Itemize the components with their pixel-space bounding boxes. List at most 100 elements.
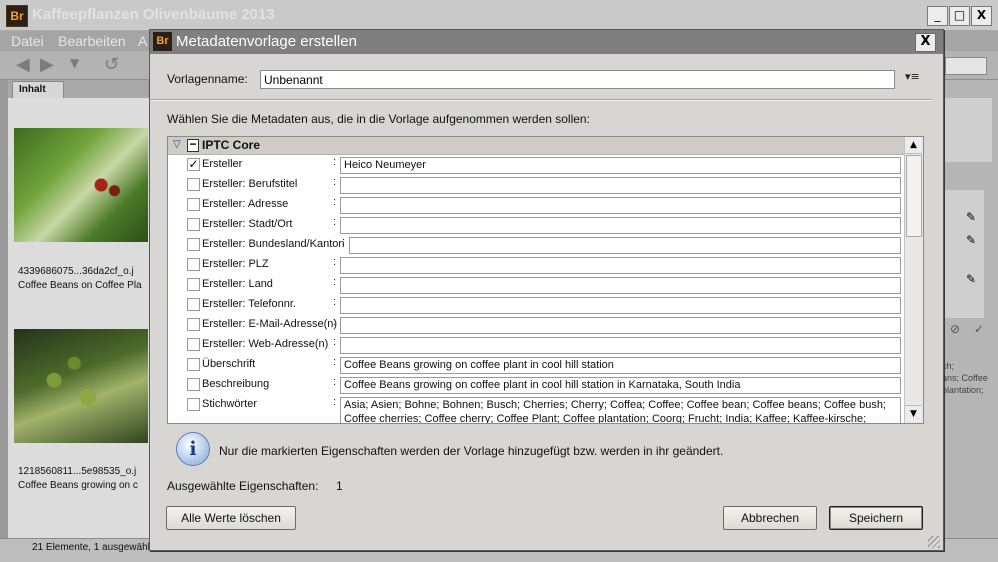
pencil-icon[interactable]: ✎ — [966, 272, 976, 286]
menu-datei[interactable]: Datei — [11, 33, 44, 49]
forward-arrow-icon[interactable]: ▶ — [40, 54, 54, 75]
row-checkbox[interactable] — [187, 318, 200, 331]
keywords-line: Asia; Asien; Bohne; Bohnen; Busch; Cherr… — [344, 399, 886, 411]
row-checkbox[interactable]: ✓ — [187, 158, 200, 171]
bridge-logo-icon: Br — [153, 32, 172, 51]
keyword-snippet: ch; — [942, 361, 955, 371]
maximize-button[interactable]: □ — [949, 6, 970, 26]
row-checkbox[interactable] — [187, 278, 200, 291]
row-label: Ersteller: PLZ — [202, 258, 269, 270]
keyword-snippet: plantation; — [942, 385, 984, 395]
rotate-icon[interactable]: ↺ — [104, 54, 119, 75]
row-value-field[interactable] — [349, 237, 901, 254]
row-checkbox[interactable] — [187, 358, 200, 371]
clear-all-values-button[interactable]: Alle Werte löschen — [166, 506, 296, 530]
row-colon: : — [333, 196, 337, 208]
metadata-row-land: Ersteller: Land : — [168, 275, 904, 295]
template-name-input[interactable] — [260, 70, 895, 89]
row-value-field[interactable]: Coffee Beans growing on coffee plant in … — [340, 357, 901, 374]
row-colon: : — [333, 336, 337, 348]
group-title: IPTC Core — [202, 138, 261, 152]
row-checkbox[interactable] — [187, 338, 200, 351]
row-value-field[interactable]: Coffee Beans growing on coffee plant in … — [340, 377, 901, 394]
row-value-field[interactable]: Heico Neumeyer — [340, 157, 901, 174]
collapse-triangle-icon[interactable]: ▽ — [173, 139, 181, 150]
row-value-field[interactable] — [340, 257, 901, 274]
row-label: Ersteller — [202, 158, 243, 170]
row-value-field[interactable] — [340, 277, 901, 294]
row-checkbox[interactable] — [187, 258, 200, 271]
metadata-row-bundesland: Ersteller: Bundesland/Kanton : — [168, 235, 904, 255]
row-colon: : — [333, 376, 337, 388]
menu-bearbeiten[interactable]: Bearbeiten — [58, 33, 126, 49]
metadata-row-adresse: Ersteller: Adresse : — [168, 195, 904, 215]
row-checkbox[interactable] — [187, 218, 200, 231]
pencil-icon[interactable]: ✎ — [966, 210, 976, 224]
row-value-field[interactable] — [340, 317, 901, 334]
row-colon: : — [333, 156, 337, 168]
instructions-text: Wählen Sie die Metadaten aus, die in die… — [167, 112, 590, 126]
minimize-button[interactable]: _ — [927, 6, 948, 26]
app-close-button[interactable]: X — [971, 6, 992, 26]
resize-grip-icon[interactable] — [928, 536, 940, 548]
group-checkbox[interactable]: − — [187, 138, 199, 152]
row-value-field[interactable]: Asia; Asien; Bohne; Bohnen; Busch; Cherr… — [340, 397, 901, 424]
menu-ansicht[interactable]: A — [138, 33, 147, 49]
row-checkbox[interactable] — [187, 198, 200, 211]
row-label: Ersteller: Stadt/Ort — [202, 218, 293, 230]
row-value-field[interactable] — [340, 297, 901, 314]
scroll-up-arrow-icon[interactable]: ▲ — [905, 137, 922, 154]
row-checkbox[interactable] — [187, 398, 200, 411]
flyout-menu-icon[interactable]: ▾≡ — [905, 70, 920, 83]
cancel-button[interactable]: Abbrechen — [723, 506, 817, 530]
back-arrow-icon[interactable]: ◀ — [16, 54, 30, 75]
row-value-field[interactable] — [340, 177, 901, 194]
row-label: Ersteller: Berufstitel — [202, 178, 298, 190]
apply-check-icon[interactable]: ✓ — [974, 322, 984, 336]
thumbnail-caption: Coffee Beans growing on c — [18, 480, 138, 491]
row-colon: : — [333, 176, 337, 188]
thumbnail-image[interactable] — [14, 128, 148, 242]
row-label: Stichwörter — [202, 398, 258, 410]
row-checkbox[interactable] — [187, 378, 200, 391]
row-label: Ersteller: Adresse — [202, 198, 289, 210]
group-header-iptc-core[interactable]: ▽ − IPTC Core — [168, 137, 904, 155]
metadata-row-beschreibung: Beschreibung : Coffee Beans growing on c… — [168, 375, 904, 395]
thumbnail-filename: 1218560811...5e98535_o.j — [18, 466, 137, 477]
row-value-field[interactable] — [340, 217, 901, 234]
template-name-label: Vorlagenname: — [167, 72, 248, 86]
row-colon: : — [333, 356, 337, 368]
keywords-line: Coffee cherries; Coffee cherry; Coffee P… — [344, 413, 867, 424]
keywords-panel: ch; ans; Coffee plantation; — [942, 360, 994, 396]
cancel-icon[interactable]: ⊘ — [950, 322, 960, 336]
save-button[interactable]: Speichern — [829, 506, 923, 530]
info-icon: i — [176, 432, 210, 466]
row-colon: : — [333, 216, 337, 228]
preview-panel — [944, 98, 992, 162]
row-value-field[interactable] — [340, 337, 901, 354]
row-checkbox[interactable] — [187, 178, 200, 191]
keyword-snippet: ans; Coffee — [942, 373, 988, 383]
row-label: Ersteller: Telefonnr. — [202, 298, 296, 310]
tab-inhalt[interactable]: Inhalt — [12, 81, 64, 99]
metadata-row-ueberschrift: Überschrift : Coffee Beans growing on co… — [168, 355, 904, 375]
history-dropdown-icon[interactable]: ▼ — [70, 56, 79, 70]
selected-properties-count: 1 — [336, 479, 343, 493]
row-label: Ersteller: E-Mail-Adresse(n) — [202, 318, 338, 330]
scrollbar-thumb[interactable] — [906, 155, 922, 237]
properties-list — [944, 190, 984, 318]
row-colon: : — [333, 256, 337, 268]
row-label: Beschreibung — [202, 378, 270, 390]
vertical-scrollbar[interactable]: ▲ ▼ — [904, 137, 923, 423]
app-title: Kaffeepflanzen Olivenbäume 2013 — [32, 6, 275, 23]
pencil-icon[interactable]: ✎ — [966, 233, 976, 247]
row-value-field[interactable] — [340, 197, 901, 214]
dialog-title: Metadatenvorlage erstellen — [176, 33, 357, 50]
thumbnail-image[interactable] — [14, 329, 148, 443]
row-checkbox[interactable] — [187, 298, 200, 311]
scroll-down-arrow-icon[interactable]: ▼ — [905, 405, 922, 422]
thumbnail-filename: 4339686075...36da2cf_o.j — [18, 266, 134, 277]
row-checkbox[interactable] — [187, 238, 200, 251]
dialog-close-button[interactable]: X — [915, 33, 936, 52]
search-input[interactable] — [945, 57, 987, 75]
